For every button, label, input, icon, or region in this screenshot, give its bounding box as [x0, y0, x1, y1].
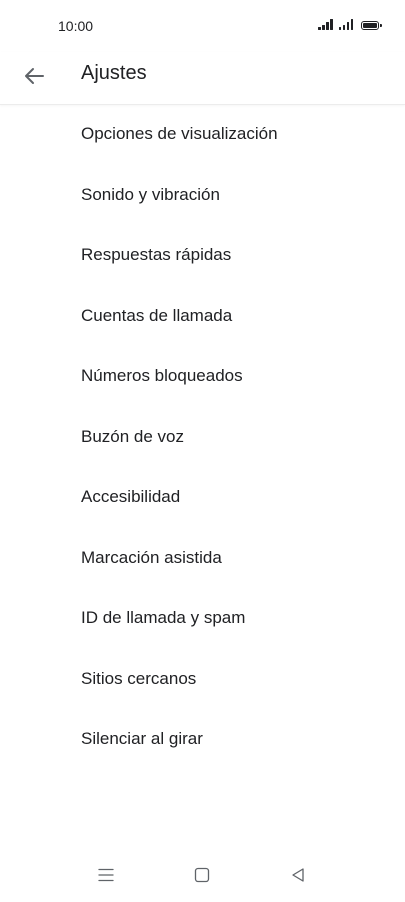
app-bar: Ajustes — [0, 52, 405, 105]
navigation-bar — [0, 850, 405, 902]
settings-item-caller-id-spam[interactable]: ID de llamada y spam — [0, 588, 405, 649]
settings-item-display-options[interactable]: Opciones de visualización — [0, 104, 405, 165]
nav-back-button[interactable] — [286, 864, 310, 886]
battery-icon — [361, 21, 382, 30]
settings-list: Opciones de visualización Sonido y vibra… — [0, 104, 405, 770]
status-icons — [318, 19, 382, 30]
menu-icon — [98, 868, 114, 882]
settings-item-nearby-places[interactable]: Sitios cercanos — [0, 649, 405, 710]
signal-icon — [338, 19, 353, 30]
settings-item-sound-vibration[interactable]: Sonido y vibración — [0, 165, 405, 226]
arrow-left-icon — [25, 68, 44, 84]
settings-item-flip-to-silence[interactable]: Silenciar al girar — [0, 709, 405, 770]
status-time: 10:00 — [58, 18, 94, 34]
settings-item-accessibility[interactable]: Accesibilidad — [0, 467, 405, 528]
nav-home-button[interactable] — [190, 864, 214, 886]
status-bar: 10:00 — [0, 0, 405, 52]
signal-icon — [318, 19, 333, 30]
settings-item-voicemail[interactable]: Buzón de voz — [0, 407, 405, 468]
page-title: Ajustes — [81, 62, 147, 84]
nav-menu-button[interactable] — [94, 864, 118, 886]
settings-item-calling-accounts[interactable]: Cuentas de llamada — [0, 286, 405, 347]
settings-item-assisted-dialing[interactable]: Marcación asistida — [0, 528, 405, 589]
home-icon — [194, 867, 210, 883]
settings-item-blocked-numbers[interactable]: Números bloqueados — [0, 346, 405, 407]
settings-item-quick-responses[interactable]: Respuestas rápidas — [0, 225, 405, 286]
back-button[interactable] — [18, 60, 50, 92]
back-triangle-icon — [292, 868, 304, 882]
